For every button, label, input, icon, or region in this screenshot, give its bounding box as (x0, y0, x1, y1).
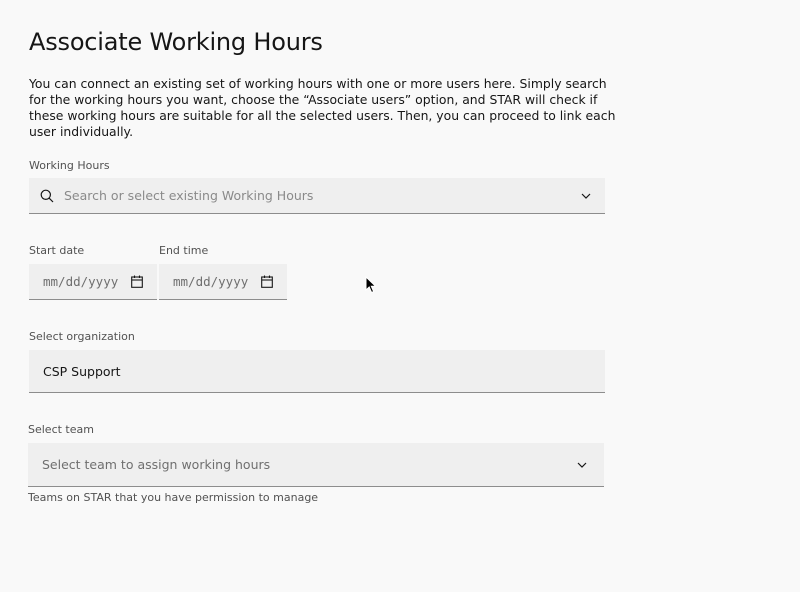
end-time-input[interactable]: mm/dd/yyyy (159, 264, 287, 300)
team-dropdown[interactable]: Select team to assign working hours (28, 443, 604, 487)
chevron-down-icon[interactable] (580, 190, 592, 202)
team-label: Select team (28, 423, 94, 436)
team-helper-text: Teams on STAR that you have permission t… (28, 491, 319, 504)
chevron-down-icon[interactable] (576, 459, 588, 471)
working-hours-label: Working Hours (29, 159, 110, 172)
working-hours-placeholder: Search or select existing Working Hours (64, 188, 314, 203)
associate-working-hours-page: Associate Working Hours You can connect … (0, 0, 800, 592)
start-date-label: Start date (29, 244, 85, 257)
end-time-placeholder: mm/dd/yyyy (173, 274, 249, 289)
page-description: You can connect an existing set of worki… (29, 76, 616, 139)
organization-label: Select organization (29, 330, 135, 343)
search-icon (40, 189, 54, 203)
start-date-input[interactable]: mm/dd/yyyy (29, 264, 157, 300)
mouse-pointer-icon (365, 275, 377, 294)
organization-field[interactable]: CSP Support (29, 350, 605, 393)
team-placeholder: Select team to assign working hours (42, 457, 271, 472)
organization-value: CSP Support (43, 363, 121, 379)
calendar-icon[interactable] (131, 275, 143, 288)
end-time-label: End time (159, 244, 209, 257)
start-date-placeholder: mm/dd/yyyy (43, 274, 119, 289)
calendar-icon[interactable] (261, 275, 273, 288)
page-title: Associate Working Hours (29, 28, 323, 56)
working-hours-combobox[interactable]: Search or select existing Working Hours (29, 178, 605, 214)
